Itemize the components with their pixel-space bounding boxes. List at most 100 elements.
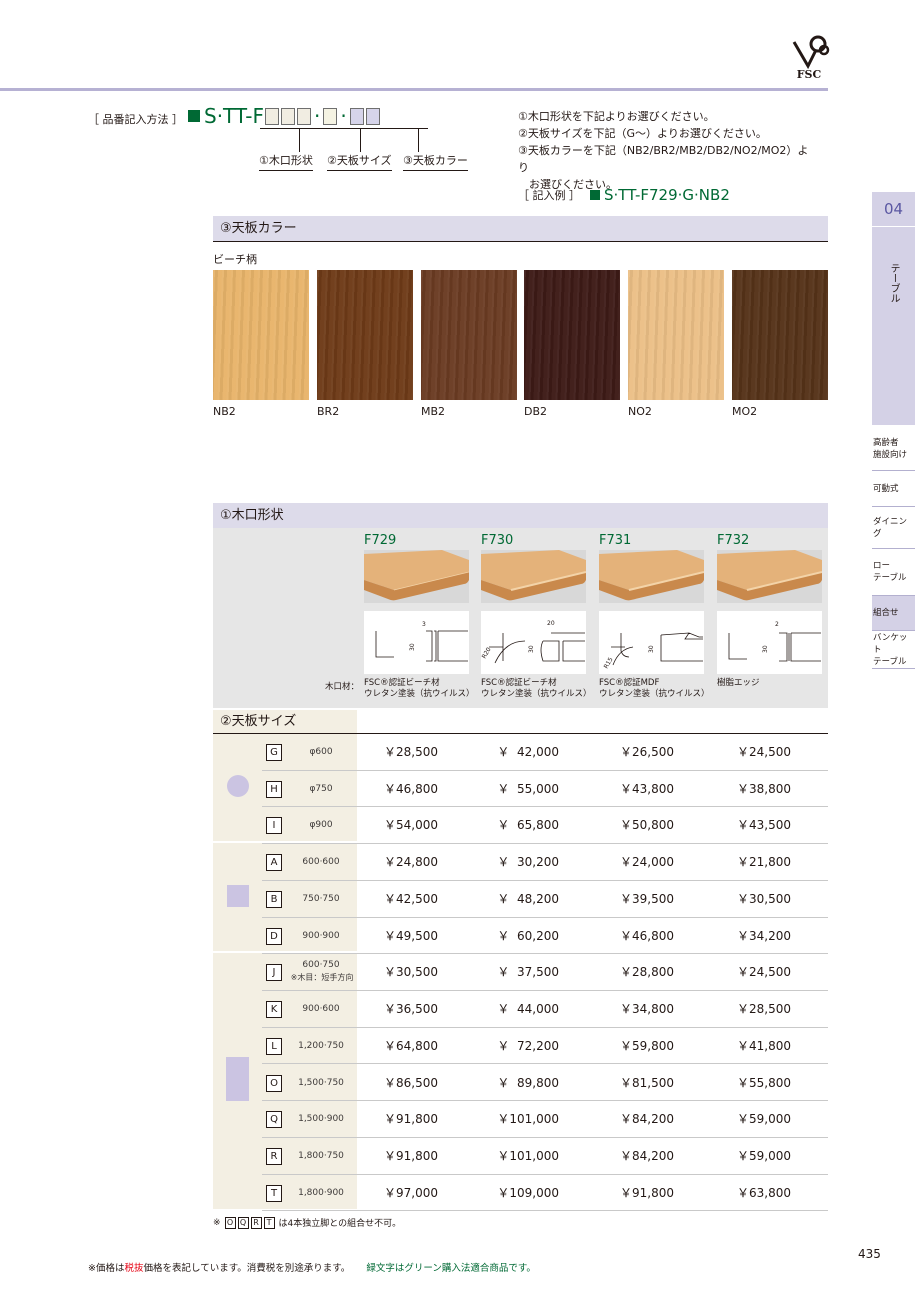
price-cell: ￥86,500 xyxy=(384,1075,438,1090)
size-dimension: φ750 xyxy=(309,783,333,794)
color-swatch xyxy=(628,270,724,400)
top-rule xyxy=(0,88,828,91)
edge-material: FSC®認証MDF ウレタン塗装（抗ウイルス） xyxy=(599,678,710,699)
size-dimension: 600·750 xyxy=(302,960,340,971)
code-box xyxy=(349,107,364,125)
svg-text:3: 3 xyxy=(422,621,426,628)
footnote-code: Q xyxy=(237,1216,249,1229)
price-cell: ￥59,000 xyxy=(737,1148,791,1163)
svg-text:20: 20 xyxy=(547,620,555,627)
table-row: O 1,500·750 ￥86,500 ￥ 89,800 ￥81,500 ￥55,800 xyxy=(262,1065,828,1102)
price-cell: ￥38,800 xyxy=(737,781,791,796)
table-row: Q 1,500·900 ￥91,800 ￥101,000 ￥84,200 ￥59,000 xyxy=(262,1101,828,1138)
sidebar-item[interactable]: ダイニング xyxy=(872,507,915,549)
size-dimension: 1,200·750 xyxy=(298,1040,344,1051)
price-cell: ￥ 55,000 xyxy=(497,781,559,796)
svg-text:30: 30 xyxy=(762,645,769,653)
size-code: L xyxy=(266,1037,282,1055)
material-label: 木口材： xyxy=(325,682,360,692)
footnote-code: T xyxy=(263,1216,275,1229)
table-row: T 1,800·900 ￥97,000 ￥109,000 ￥91,800 ￥63,800 xyxy=(262,1175,828,1212)
sidebar-item[interactable]: ロー テーブル xyxy=(872,549,915,596)
price-cell: ￥84,200 xyxy=(620,1148,674,1163)
example: ［ 記入例 ］ S·TT-F729·G·NB2 xyxy=(518,186,730,204)
size-dimension: 1,500·900 xyxy=(298,1114,344,1125)
sidebar-item[interactable]: 可動式 xyxy=(872,471,915,507)
edge-profile-diagram: R15 30 xyxy=(599,611,704,674)
price-cell: ￥97,000 xyxy=(384,1185,438,1200)
sidebar-item[interactable]: 組合せ xyxy=(872,596,915,631)
price-cell: ￥ 60,200 xyxy=(497,928,559,943)
part-label-edge: ①木口形状 xyxy=(259,152,313,171)
svg-text:2: 2 xyxy=(775,621,779,628)
sidebar-item[interactable]: 高齢者 施設向け xyxy=(872,427,915,471)
color-section-header: ③天板カラー xyxy=(213,216,828,242)
edge-code-label: F732 xyxy=(717,533,750,548)
price-cell: ￥21,800 xyxy=(737,855,791,870)
price-cell: ￥ 72,200 xyxy=(497,1038,559,1053)
table-row: B 750·750 ￥42,500 ￥ 48,200 ￥39,500 ￥30,500 xyxy=(262,881,828,918)
price-cell: ￥ 48,200 xyxy=(497,891,559,906)
color-code-label: MB2 xyxy=(421,405,446,418)
size-dimension: φ600 xyxy=(309,747,333,757)
price-cell: ￥24,800 xyxy=(384,855,438,870)
table-row: Iφ900 ￥54,000 ￥ 65,800 ￥50,800 ￥43,500 xyxy=(262,807,828,845)
price-cell: ￥34,800 xyxy=(620,1002,674,1016)
page-number: 435 xyxy=(858,1247,881,1261)
size-code: B xyxy=(266,890,282,908)
square-bullet-icon xyxy=(188,110,200,122)
size-code: T xyxy=(266,1184,282,1202)
howto-label: ［ 品番記入方法 ］ xyxy=(88,113,183,126)
footnote-code: R xyxy=(250,1216,262,1229)
price-cell: ￥46,800 xyxy=(384,781,438,796)
price-cell: ￥101,000 xyxy=(497,1112,559,1127)
size-code: G xyxy=(266,744,282,761)
table-row: J 600·750 ※木目：短手方向 ￥30,500 ￥ 37,500 ￥28,800 ￥2… xyxy=(262,954,828,991)
table-row: K 900·600 ￥36,500 ￥ 44,000 ￥34,800 ￥28,500 xyxy=(262,991,828,1028)
price-cell: ￥59,000 xyxy=(737,1112,791,1127)
edge-profile-diagram: 2 30 xyxy=(717,611,822,674)
edge-profile-diagram: R20 20 30 xyxy=(481,611,586,674)
price-cell: ￥55,800 xyxy=(737,1075,791,1090)
sidebar-item[interactable]: バンケット テーブル xyxy=(872,631,915,669)
bracket-tick xyxy=(299,128,300,152)
example-code: S·TT-F729·G·NB2 xyxy=(604,186,730,204)
edge-code-label: F729 xyxy=(364,533,397,548)
table-row: R 1,800·750 ￥91,800 ￥101,000 ￥84,200 ￥59,000 xyxy=(262,1138,828,1175)
edge-photo xyxy=(717,550,823,603)
footnote-code: O xyxy=(224,1216,236,1229)
edge-section-header: ①木口形状 xyxy=(213,503,828,529)
color-code-label: NB2 xyxy=(213,405,236,418)
part-label-color: ③天板カラー xyxy=(403,152,468,171)
edge-material: 樹脂エッジ xyxy=(717,678,760,688)
bracket-line xyxy=(260,128,428,129)
table-row: Gφ600 ￥28,500 ￥ 42,000 ￥26,500 ￥24,500 xyxy=(262,734,828,771)
edge-photo xyxy=(481,550,587,603)
price-cell: ￥64,800 xyxy=(384,1038,438,1053)
size-dimension: 1,500·750 xyxy=(298,1077,344,1088)
color-swatch xyxy=(732,270,828,400)
size-note: ※木目：短手方向 xyxy=(290,973,354,983)
bracket-tick xyxy=(360,128,361,152)
svg-text:30: 30 xyxy=(648,645,655,653)
size-code: J xyxy=(266,964,282,982)
side-chapter-number: 04 xyxy=(872,192,915,226)
size-code: O xyxy=(266,1074,282,1092)
instructions: ①木口形状を下記よりお選びください。 ②天板サイズを下記（G～）よりお選びくださ… xyxy=(518,110,809,191)
example-label: ［ 記入例 ］ xyxy=(518,189,580,202)
color-code-label: BR2 xyxy=(317,405,340,418)
price-cell: ￥24,500 xyxy=(737,965,791,980)
size-dimension: 750·750 xyxy=(302,893,340,904)
price-cell: ￥109,000 xyxy=(497,1185,559,1200)
size-code: Q xyxy=(266,1111,282,1129)
price-note: ※価格は税抜価格を表記しています。消費税を別途承ります。 緑文字はグリーン購入法適… xyxy=(88,1263,536,1274)
square-shape-icon xyxy=(227,885,249,907)
price-cell: ￥ 30,200 xyxy=(497,855,559,870)
beech-pattern-label: ビーチ柄 xyxy=(213,253,257,266)
size-dimension: 900·600 xyxy=(302,1004,340,1014)
edge-material: FSC®認証ビーチ材 ウレタン塗装（抗ウイルス） xyxy=(481,678,592,699)
size-dimension: 1,800·900 xyxy=(298,1187,344,1198)
color-swatch xyxy=(317,270,413,400)
price-cell: ￥50,800 xyxy=(620,818,674,833)
price-cell: ￥91,800 xyxy=(384,1112,438,1127)
